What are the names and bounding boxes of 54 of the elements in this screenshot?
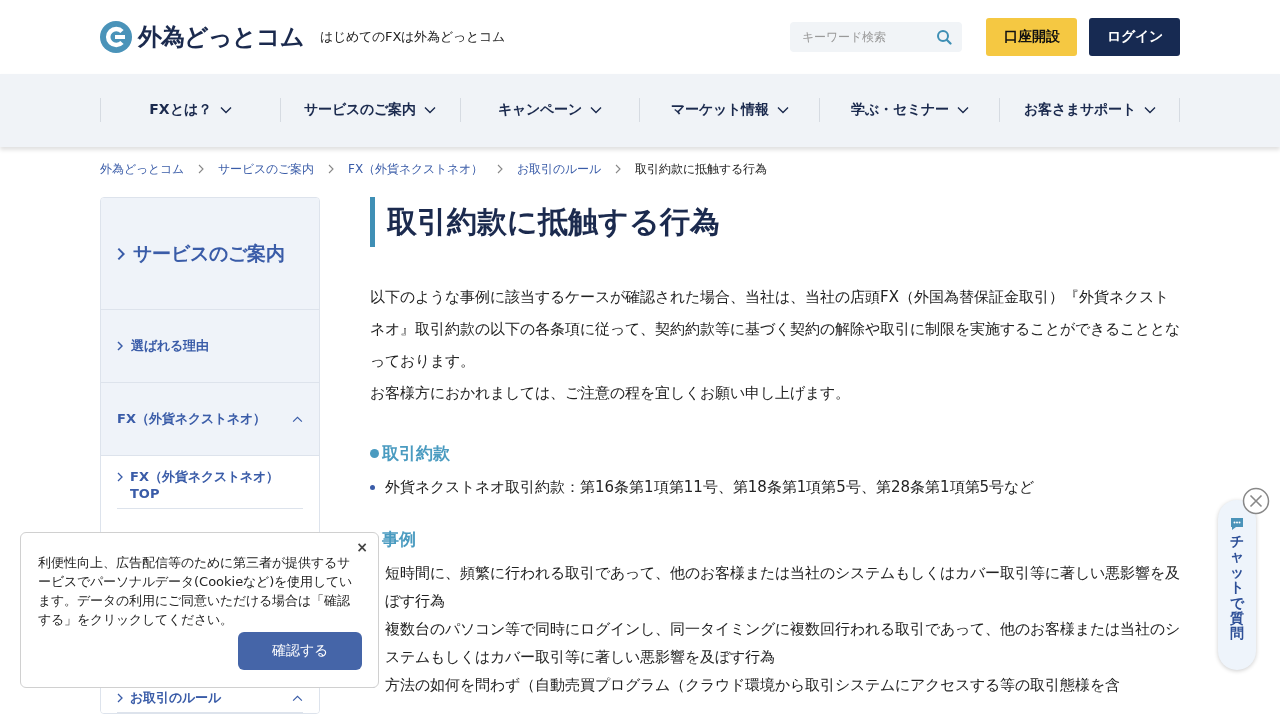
chat-widget[interactable]: チャットで質問 [1218, 500, 1256, 670]
chevron-right-icon [198, 164, 204, 174]
nav-item[interactable]: キャンペーン [459, 98, 640, 122]
chevron-right-icon [117, 341, 123, 351]
list-item-text: 複数台のパソコン等で同時にログインし、同一タイミングに複数回行われる取引であって、他のお客様または当社のシステムもしくはカバー取引等に著しい悪影響を及ぼす行為 [385, 619, 1180, 668]
chevron-down-icon [424, 106, 437, 114]
tagline: はじめてのFXは外為どっとコム [320, 28, 506, 46]
chevron-down-icon [956, 106, 969, 114]
list-item-text: 外貨ネクストネオ取引約款：第16条第1項第11号、第18条第1項第5号、第28条第1項第5号など [385, 477, 1036, 498]
nav-item[interactable]: 学ぶ・セミナー [819, 98, 1000, 122]
breadcrumb-link[interactable]: お取引のルール [517, 160, 602, 178]
close-button[interactable]: × [354, 537, 370, 557]
intro-paragraph: 以下のような事例に該当するケースが確認された場合、当社は、当社の店頭FX（外国為替保証金取引）『外貨ネクストネオ』取引約款の以下の各条項に従って、契約約款等に基づく契約の解除や取引に制限を実施することができることとなっております。 [370, 287, 1180, 372]
page-title: 取引約款に抵触する行為 [370, 197, 1180, 247]
section-heading: 取引約款 [382, 442, 450, 465]
close-icon[interactable] [1242, 487, 1270, 515]
chevron-right-icon [328, 164, 334, 174]
sidebar-subitem[interactable]: FX（外貨ネクストネオ）TOP [117, 462, 303, 509]
bullet-icon [370, 448, 379, 458]
nav-item[interactable]: サービスのご案内 [279, 98, 460, 122]
nav-item[interactable]: FXとは？ [100, 98, 280, 122]
chevron-right-icon [117, 246, 125, 261]
breadcrumb-link[interactable]: サービスのご案内 [218, 160, 314, 178]
confirm-button[interactable]: 確認する [238, 632, 362, 670]
nav-item[interactable]: お客さまサポート [999, 98, 1179, 122]
intro-paragraph: お客様方におかれましては、ご注意の程を宜しくお願い申し上げます。 [370, 383, 851, 404]
chevron-right-icon [117, 472, 123, 482]
list-item-text: 方法の如何を問わず（自動売買プログラム（クラウド環境から取引システムにアクセスする等の取引態様を含 [385, 675, 1121, 696]
list-item-text: 短時間に、頻繁に行われる取引であって、他のお客様または当社のシステムもしくはカバー取引等に著しい悪影響を及ぼす行為 [385, 563, 1180, 612]
bullet-icon [370, 485, 375, 490]
search-icon[interactable] [936, 29, 952, 45]
sidebar-heading[interactable]: サービスのご案内 [101, 198, 319, 310]
chevron-right-icon [497, 164, 504, 174]
breadcrumb-link[interactable]: FX（外貨ネクストネオ） [348, 160, 484, 178]
chevron-down-icon [219, 106, 232, 114]
speech-bubble-icon [1229, 516, 1245, 532]
nav-item[interactable]: マーケット情報 [639, 98, 820, 122]
section-heading: 事例 [382, 528, 416, 551]
cookie-text: 利便性向上、広告配信等のために第三者が提供するサービスでパーソナルデータ(Cookieなど)を使用しています。データの利用にご同意いただける場合は「確認する」をクリックしてください。 [38, 554, 354, 629]
sidebar-item[interactable]: 選ばれる理由 [101, 310, 319, 383]
chat-label: チャットで質問 [1230, 534, 1244, 642]
logo-icon [100, 21, 132, 53]
chevron-right-icon [117, 693, 123, 703]
breadcrumb-current: 取引約款に抵触する行為 [635, 160, 768, 178]
breadcrumb-link[interactable]: 外為どっとコム [100, 160, 184, 178]
search-field[interactable]: キーワード検索 [790, 22, 962, 52]
chevron-down-icon [776, 106, 789, 114]
logo-text[interactable]: 外為どっとコム [138, 21, 304, 53]
sidebar-item[interactable]: FX（外貨ネクストネオ） [101, 383, 319, 456]
open-account-button[interactable]: 口座開設 [986, 18, 1077, 56]
login-button[interactable]: ログイン [1089, 18, 1180, 56]
chevron-right-icon [615, 164, 622, 174]
chevron-down-icon [1143, 106, 1156, 114]
chevron-down-icon [590, 106, 603, 114]
